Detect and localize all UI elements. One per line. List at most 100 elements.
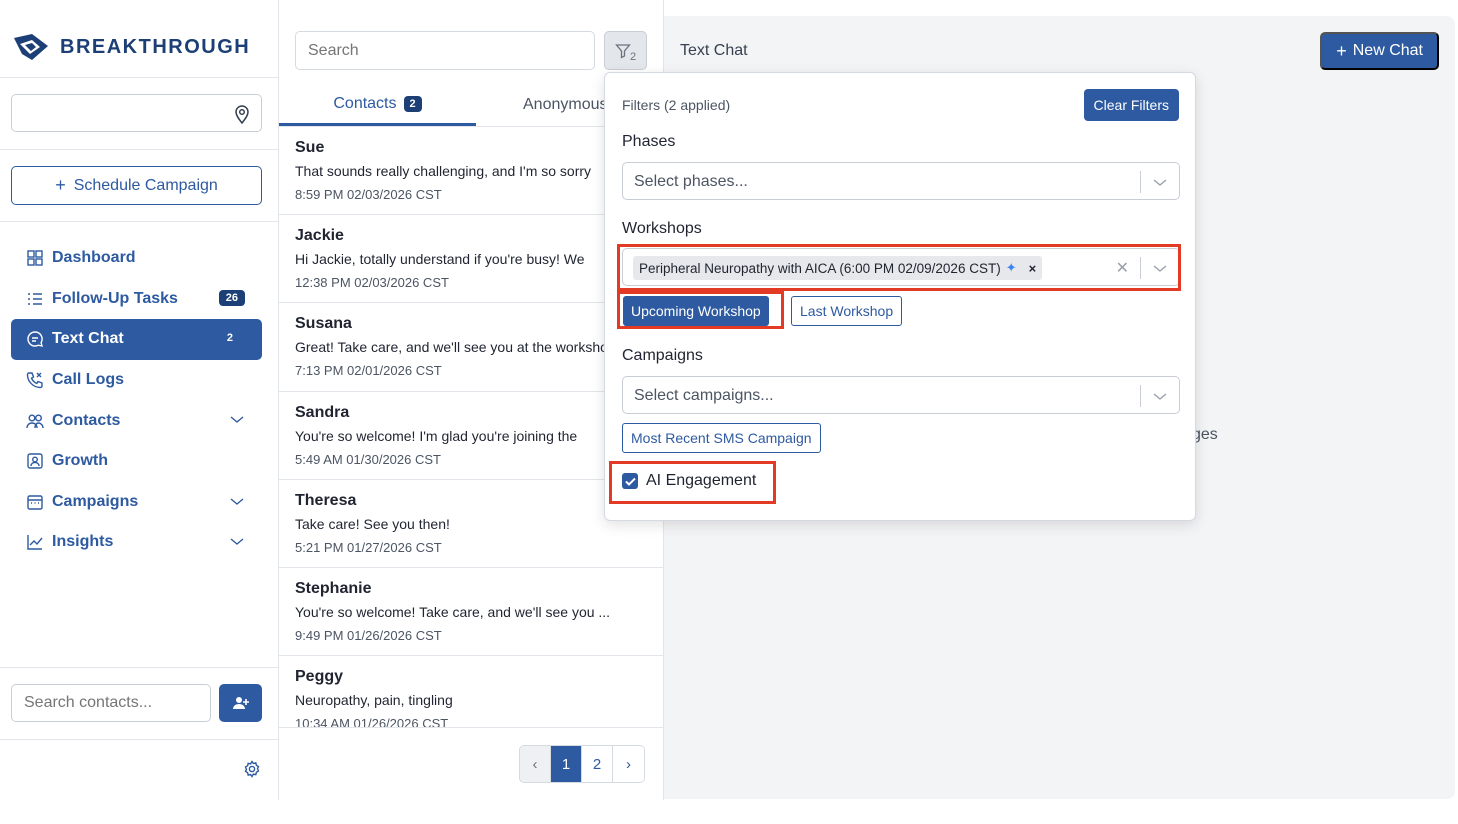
sidebar-item-label: Contacts	[52, 411, 121, 429]
phases-placeholder: Select phases...	[634, 173, 748, 190]
tasks-count-badge: 26	[218, 289, 245, 306]
chevron-down-icon[interactable]	[1153, 391, 1167, 401]
sidebar-item-contacts[interactable]: Contacts	[11, 400, 262, 441]
divider	[0, 739, 279, 740]
add-contact-button[interactable]	[219, 684, 262, 722]
sidebar-item-label: Follow-Up Tasks	[52, 289, 178, 307]
divider	[0, 149, 279, 150]
contact-name: Stephanie	[295, 579, 372, 597]
last-workshop-button[interactable]: Last Workshop	[791, 296, 903, 326]
sidebar-item-label: Insights	[52, 533, 114, 551]
brand-logo[interactable]: BREAKTHROUGH	[12, 30, 250, 64]
contact-name: Theresa	[295, 491, 357, 509]
chart-line-icon	[26, 533, 44, 551]
tab-label: Contacts	[333, 94, 397, 112]
location-input[interactable]	[11, 94, 262, 132]
sidebar-item-label: Dashboard	[52, 249, 136, 267]
sidebar-item-dashboard[interactable]: Dashboard	[11, 238, 262, 279]
pagination-next-button[interactable]: ›	[613, 746, 644, 782]
pagination-prev-button[interactable]: ‹	[520, 746, 551, 782]
sidebar-item-follow-up-tasks[interactable]: Follow-Up Tasks 26	[11, 279, 262, 320]
message-time: 5:49 AM 01/30/2026 CST	[295, 451, 441, 467]
phases-label: Phases	[622, 133, 676, 150]
dashboard-icon	[26, 249, 44, 267]
campaigns-label: Campaigns	[622, 347, 703, 364]
chevron-down-icon[interactable]	[230, 496, 244, 506]
message-time: 10:34 AM 01/26/2026 CST	[295, 716, 449, 727]
sidebar-item-growth[interactable]: Growth	[11, 441, 262, 482]
contact-name: Susana	[295, 315, 352, 333]
contact-name: Peggy	[295, 668, 344, 686]
schedule-campaign-label: Schedule Campaign	[73, 176, 218, 194]
campaigns-select[interactable]: Select campaigns...	[622, 376, 1180, 414]
last-message: You're so welcome! I'm glad you're joini…	[295, 427, 578, 444]
pagination: ‹ 1 2 ›	[519, 745, 645, 783]
chevron-down-icon[interactable]	[1153, 177, 1167, 187]
message-time: 8:59 PM 02/03/2026 CST	[295, 187, 442, 202]
select-separator	[1140, 171, 1141, 193]
sidebar-item-campaigns[interactable]: Campaigns	[11, 482, 262, 523]
conversation-item[interactable]: Peggy Neuropathy, pain, tingling 10:34 A…	[279, 656, 664, 727]
tab-anonymous[interactable]: Anonymous	[523, 84, 604, 126]
add-user-icon	[232, 697, 249, 709]
pagination-page-2[interactable]: 2	[582, 746, 613, 782]
message-time: 7:13 PM 02/01/2026 CST	[295, 363, 442, 379]
gear-icon[interactable]	[243, 760, 261, 778]
sidebar-item-label: Text Chat	[52, 330, 124, 348]
breakthrough-logo-icon	[14, 34, 48, 60]
users-icon	[26, 412, 44, 430]
conversation-search-input[interactable]	[295, 31, 595, 70]
contact-name: Sue	[295, 139, 325, 156]
sidebar-item-insights[interactable]: Insights	[11, 522, 262, 563]
growth-icon	[26, 452, 44, 470]
last-message: Hi Jackie, totally understand if you're …	[295, 251, 585, 268]
phone-icon	[26, 371, 44, 389]
divider	[279, 727, 664, 728]
new-chat-button[interactable]: + New Chat	[1320, 32, 1439, 70]
filter-funnel-icon	[615, 43, 631, 59]
map-pin-icon	[235, 105, 249, 124]
chat-title: Text Chat	[680, 42, 748, 59]
campaigns-placeholder: Select campaigns...	[634, 387, 774, 404]
chevron-down-icon[interactable]	[230, 414, 244, 424]
brand-name: BREAKTHROUGH	[60, 35, 251, 58]
filters-header: Filters (2 applied)	[622, 97, 731, 113]
tab-contacts[interactable]: Contacts 2	[279, 84, 476, 126]
sidebar-item-label: Call Logs	[52, 371, 125, 389]
calendar-icon	[26, 493, 44, 511]
sidebar: BREAKTHROUGH + Schedule Campaign Dashboa…	[0, 0, 279, 800]
last-message: That sounds really challenging, and I'm …	[295, 163, 592, 179]
divider	[0, 77, 279, 78]
message-time: 12:38 PM 02/03/2026 CST	[295, 275, 449, 291]
conversation-item[interactable]: Stephanie You're so welcome! Take care, …	[279, 568, 664, 657]
pagination-page-1[interactable]: 1	[551, 746, 582, 782]
chat-count-badge: 2	[226, 332, 233, 345]
chevron-down-icon[interactable]	[230, 536, 244, 546]
phases-select[interactable]: Select phases...	[622, 162, 1180, 200]
last-message: You're so welcome! Take care, and we'll …	[295, 603, 611, 620]
list-icon	[26, 290, 44, 308]
sidebar-item-label: Growth	[52, 452, 108, 470]
chat-icon	[26, 330, 44, 348]
filter-count: 2	[629, 50, 637, 63]
select-separator	[1140, 385, 1141, 407]
last-message: Take care! See you then!	[295, 515, 450, 532]
search-contacts-input[interactable]	[11, 684, 211, 722]
sidebar-item-text-chat[interactable]: Text Chat 2	[11, 319, 262, 360]
contacts-count-badge: 2	[403, 95, 422, 112]
most-recent-sms-campaign-button[interactable]: Most Recent SMS Campaign	[622, 423, 821, 453]
sidebar-nav: Dashboard Follow-Up Tasks 26 Text Chat 2…	[11, 238, 262, 563]
sidebar-item-label: Campaigns	[52, 492, 139, 510]
last-message: Great! Take care, and we'll see you at t…	[295, 339, 616, 356]
divider	[0, 221, 279, 222]
tab-label: Anonymous	[523, 96, 604, 113]
last-message: Neuropathy, pain, tingling	[295, 692, 453, 709]
message-time: 5:21 PM 01/27/2026 CST	[295, 539, 442, 555]
ai-engagement-highlight	[609, 461, 776, 504]
clear-filters-button[interactable]: Clear Filters	[1083, 89, 1179, 121]
sidebar-item-call-logs[interactable]: Call Logs	[11, 360, 262, 401]
filter-button[interactable]: 2	[604, 31, 647, 70]
contact-name: Jackie	[295, 227, 344, 245]
message-time: 9:49 PM 01/26/2026 CST	[295, 627, 442, 643]
schedule-campaign-button[interactable]: + Schedule Campaign	[11, 166, 262, 205]
